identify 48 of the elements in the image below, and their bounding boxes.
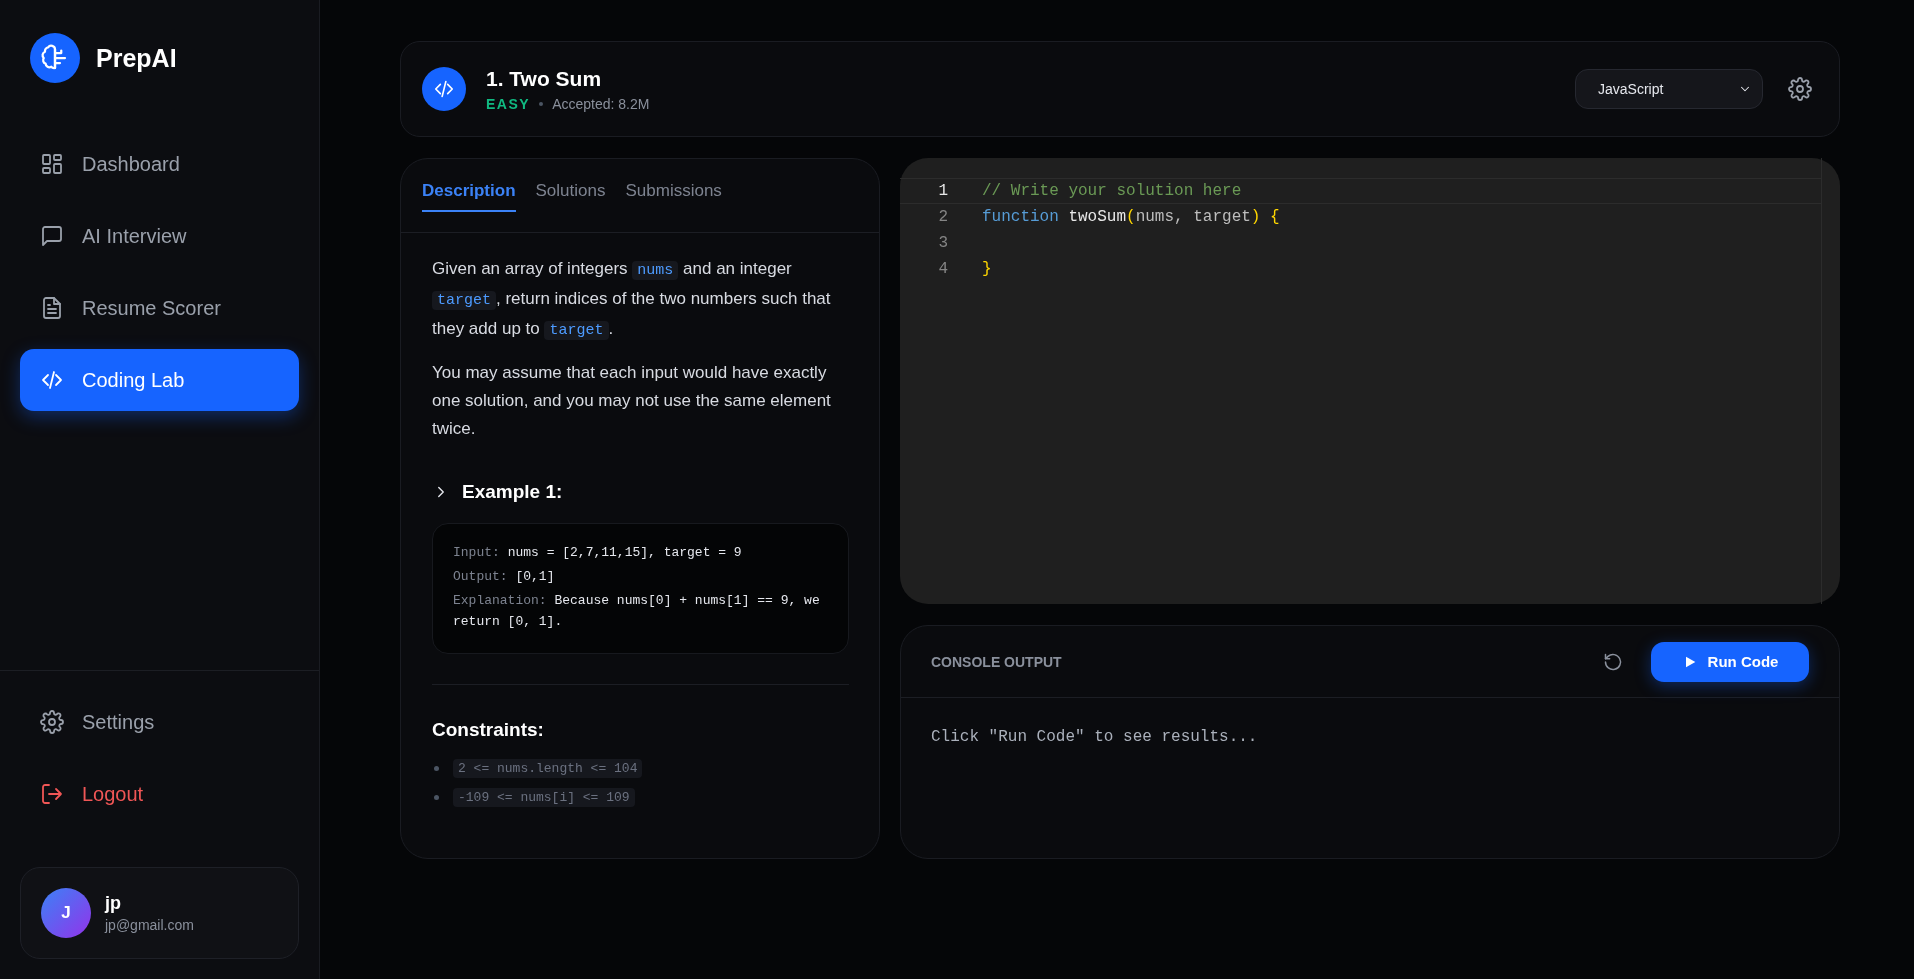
line-number: 4 [937, 260, 948, 278]
tab[interactable]: Submissions [625, 159, 722, 212]
description-paragraph: Given an array of integers nums and an integer target , return indices of the two numbers such that they add up to target . [432, 258, 832, 342]
separator-dot [539, 101, 544, 106]
brain-logo-icon [30, 33, 80, 83]
line-number: 1 [937, 182, 948, 200]
example-line: Explanation: Because nums[0] + nums[1] == 9, we return [0, 1]. [453, 592, 821, 631]
code-line: // Write your solution here [982, 182, 1242, 200]
tab[interactable]: Description [422, 159, 516, 212]
logout-icon [40, 782, 64, 806]
code-line: function twoSum(nums, target) { [982, 208, 1280, 226]
nav-item[interactable]: Dashboard [20, 133, 299, 195]
description-paragraph: You may assume that each input would have exactly one solution, and you may not use the same element twice. [432, 362, 832, 440]
nav-item[interactable]: AI Interview [20, 205, 299, 267]
console-output: Click "Run Code" to see results... [930, 727, 1259, 746]
settings-icon [40, 710, 64, 734]
constraint: 2 <= nums.length <= 104 [453, 759, 643, 778]
code-icon [422, 67, 466, 111]
line-number: 2 [937, 208, 948, 226]
logout-link[interactable]: Logout [20, 763, 299, 825]
console-title: CONSOLE OUTPUT [931, 653, 1063, 670]
chat-icon [40, 224, 64, 248]
grid-icon [40, 152, 64, 176]
brand-name: PrepAI [96, 43, 177, 73]
user-name: jp [105, 893, 122, 914]
example-heading: Example 1: [462, 481, 563, 503]
constraints-heading: Constraints: [432, 719, 545, 741]
code-editor[interactable]: 1 // Write your solution here 2 function twoSum(nums, target) { 3 4 } [900, 158, 1840, 604]
acceptance-count: Accepted: 8.2M [552, 95, 650, 112]
nav-item[interactable]: Resume Scorer [20, 277, 299, 339]
tab[interactable]: Solutions [535, 159, 606, 212]
example-line: Input: nums = [2,7,11,15], target = 9 [453, 544, 743, 562]
bullet-icon [434, 795, 439, 800]
run-code-button[interactable]: Run Code [1651, 641, 1809, 682]
code-icon [40, 368, 64, 392]
problem-title: 1. Two Sum [486, 66, 603, 91]
difficulty-label: EASY [486, 95, 531, 112]
constraint: -109 <= nums[i] <= 109 [453, 788, 635, 807]
user-email: jp@gmail.com [105, 917, 194, 933]
bullet-icon [434, 766, 439, 771]
code-line: } [982, 260, 992, 278]
avatar: J [41, 888, 91, 938]
nav-item[interactable]: Coding Lab [20, 349, 299, 411]
settings-link[interactable]: Settings [20, 691, 299, 753]
document-icon [40, 296, 64, 320]
line-number: 3 [937, 234, 948, 252]
language-select[interactable]: JavaScript [1575, 69, 1763, 109]
example-line: Output: [0,1] [453, 568, 556, 586]
